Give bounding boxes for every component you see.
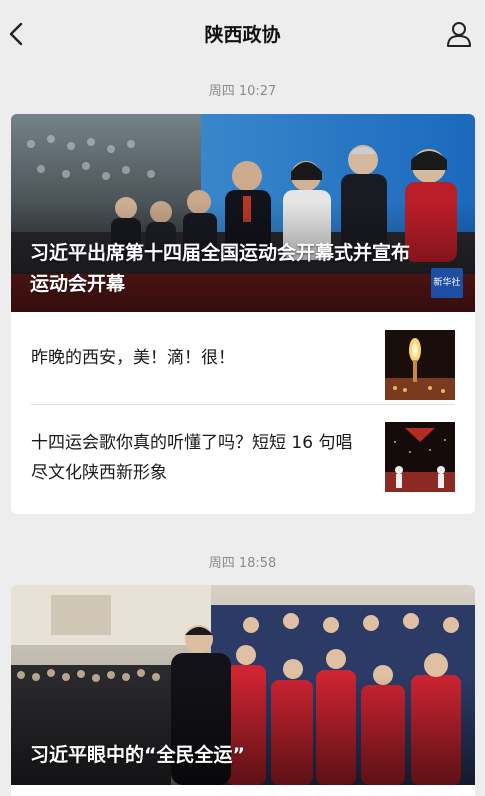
source-badge: 新华社 [431,268,463,298]
article-title: 昨晚的西安，美！滴！很！ [31,348,235,368]
article-thumbnail [385,422,455,492]
page-title: 陕西政协 [204,24,281,46]
article-card: 习近平眼中的“全民全运” [11,585,475,796]
article-thumbnail [385,330,455,400]
headline-article[interactable]: 习近平出席第十四届全国运动会开幕式并宣布运动会开幕 新华社 [11,114,475,312]
message-timestamp: 周四 18:58 [208,556,277,571]
nav-bar: 陕西政协 [0,0,485,68]
list-item[interactable]: 昨晚的西安，美！滴！很！ [11,312,475,404]
article-title: 十四运会歌你真的听懂了吗？短短 16 句唱尽文化陕西新形象 [31,433,353,483]
article-card: 习近平出席第十四届全国运动会开幕式并宣布运动会开幕 新华社 昨晚的西安，美！滴！… [11,114,475,514]
headline-title: 习近平眼中的“全民全运” [30,744,245,766]
list-item[interactable]: 十四运会歌你真的听懂了吗？短短 16 句唱尽文化陕西新形象 [11,404,475,512]
message-timestamp: 周四 10:27 [208,84,277,99]
headline-article[interactable]: 习近平眼中的“全民全运” [11,585,475,785]
headline-title: 习近平出席第十四届全国运动会开幕式并宣布运动会开幕 [30,242,411,295]
person-icon[interactable] [445,20,473,48]
